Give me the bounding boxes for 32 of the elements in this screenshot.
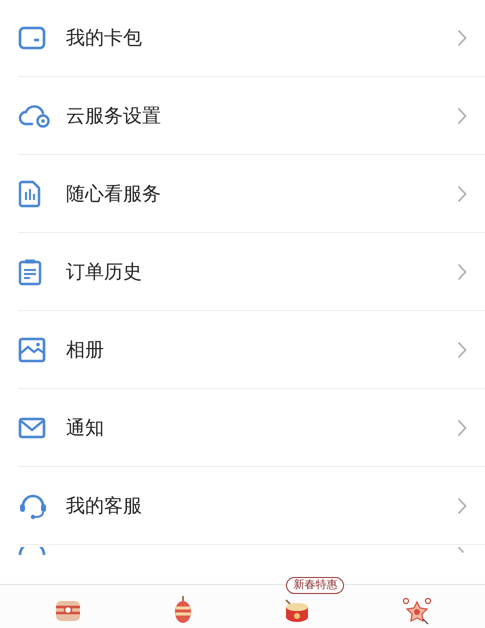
- menu-item[interactable]: 云服务设置: [18, 77, 485, 155]
- menu-item[interactable]: 通知: [18, 389, 485, 467]
- star-ornament-icon: [402, 596, 432, 624]
- menu-label: 云服务设置: [66, 104, 162, 128]
- chevron-right-icon: [457, 262, 467, 280]
- mail-icon: [18, 416, 46, 438]
- menu-label: 我的卡包: [66, 26, 143, 51]
- chevron-right-icon: [457, 29, 467, 47]
- menu-item[interactable]: 随心看服务: [18, 155, 485, 233]
- chart-document-icon: [18, 180, 42, 208]
- chevron-right-icon: [457, 418, 467, 436]
- chevron-right-icon: [457, 496, 467, 514]
- clipboard-icon: [18, 258, 42, 286]
- lantern-icon: [172, 596, 193, 626]
- cloud-gear-icon: [18, 104, 52, 128]
- menu-label: 通知: [66, 416, 105, 440]
- menu-label: 随心看服务: [66, 182, 162, 206]
- menu-label: 相册: [66, 338, 105, 362]
- menu-item[interactable]: 我的客服: [18, 467, 485, 545]
- chevron-right-icon: [457, 106, 467, 124]
- menu-label: 订单历史: [66, 260, 143, 284]
- image-icon: [18, 336, 46, 362]
- headset-icon: [18, 492, 48, 520]
- chevron-right-icon: [457, 340, 467, 358]
- menu-item[interactable]: 订单历史: [18, 233, 485, 311]
- card-icon: [18, 26, 46, 50]
- menu-item[interactable]: 相册: [18, 311, 485, 389]
- chevron-right-icon: [457, 547, 467, 553]
- menu-label: 我的客服: [66, 494, 143, 518]
- promo-badge: 新春特惠: [286, 576, 344, 594]
- chevron-right-icon: [457, 184, 467, 202]
- menu-item[interactable]: 我的卡包: [18, 0, 485, 77]
